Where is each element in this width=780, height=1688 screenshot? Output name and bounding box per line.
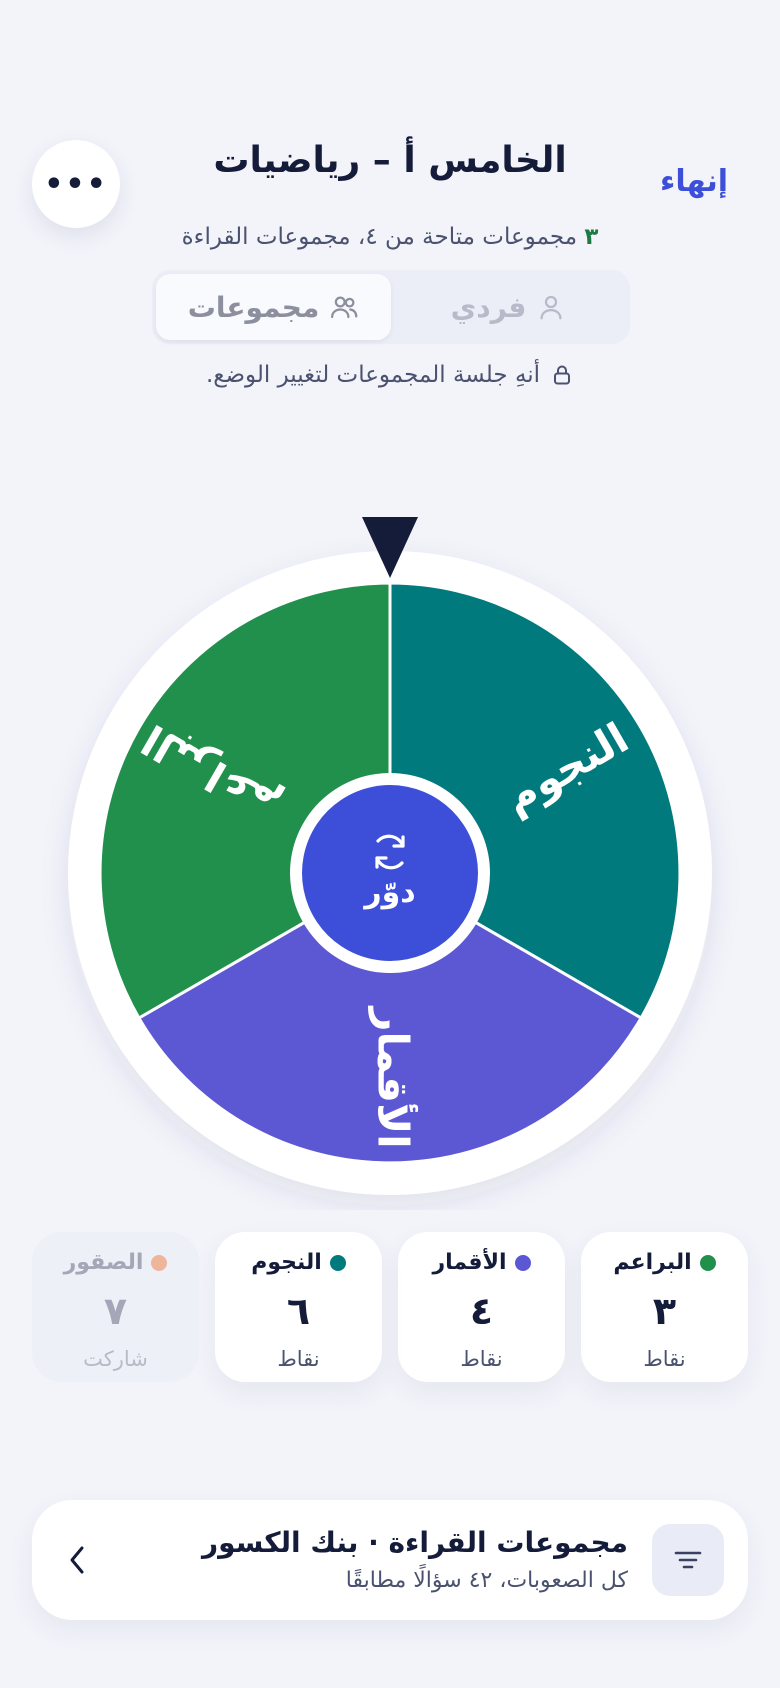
mode-individual-option[interactable]: فردي xyxy=(391,274,626,340)
question-bank-subtitle: كل الصعوبات، ٤٢ سؤالًا مطابقًا xyxy=(345,1568,628,1593)
lock-note-text: أنهِ جلسة المجموعات لتغيير الوضع. xyxy=(205,362,541,388)
team-score-unit: شاركت xyxy=(83,1347,148,1371)
score-card-header: البراعم xyxy=(613,1250,716,1275)
mode-toggle: مجموعات فردي xyxy=(152,270,630,344)
team-color-dot xyxy=(151,1254,168,1271)
team-score: ٦ xyxy=(286,1289,311,1333)
score-card-buds[interactable]: البراعم ٣ نقاط xyxy=(581,1232,748,1382)
team-name: الأقمار xyxy=(432,1250,507,1275)
mode-individual-label: فردي xyxy=(450,290,527,324)
wheel-segment-label: الأقمار xyxy=(369,1005,419,1148)
lock-icon xyxy=(554,365,571,385)
team-color-dot xyxy=(329,1254,346,1271)
question-bank-title: مجموعات القراءة · بنك الكسور xyxy=(202,1526,628,1559)
filter-button[interactable] xyxy=(652,1524,724,1596)
spin-label: دوّر xyxy=(362,875,415,910)
score-card-moons[interactable]: الأقمار ٤ نقاط xyxy=(398,1232,565,1382)
score-cards: البراعم ٣ نقاط الأقمار ٤ نقاط النجوم ٦ ن… xyxy=(32,1232,748,1382)
team-name: النجوم xyxy=(251,1250,322,1275)
mode-groups-label: مجموعات xyxy=(187,290,320,324)
score-card-header: الصقور xyxy=(64,1250,168,1275)
team-color-dot xyxy=(514,1254,531,1271)
team-score: ٣ xyxy=(652,1289,677,1333)
question-bank-bar[interactable]: مجموعات القراءة · بنك الكسور كل الصعوبات… xyxy=(32,1500,748,1620)
team-color-dot xyxy=(699,1254,716,1271)
team-score-unit: نقاط xyxy=(643,1347,686,1371)
score-card-falcons[interactable]: الصقور ٧ شاركت xyxy=(32,1232,199,1382)
filter-icon xyxy=(674,1551,702,1569)
score-card-stars[interactable]: النجوم ٦ نقاط xyxy=(215,1232,382,1382)
groups-availability-text: ٣ مجموعات متاحة من ٤، مجموعات القراءة xyxy=(0,224,780,250)
user-icon xyxy=(540,295,562,320)
mode-lock-note: أنهِ جلسة المجموعات لتغيير الوضع. xyxy=(0,362,780,388)
spin-wheel[interactable]: النجومالأقمارالبراعم دوّر xyxy=(0,510,780,1210)
team-score: ٧ xyxy=(103,1289,128,1333)
page-title: الخامس أ – رياضيات xyxy=(213,140,567,181)
score-card-header: النجوم xyxy=(251,1250,346,1275)
spin-button[interactable]: دوّر xyxy=(302,785,478,961)
team-score-unit: نقاط xyxy=(460,1347,503,1371)
score-card-header: الأقمار xyxy=(433,1250,531,1275)
team-score: ٤ xyxy=(469,1289,494,1333)
mode-groups-option[interactable]: مجموعات xyxy=(156,274,391,340)
team-score-unit: نقاط xyxy=(277,1347,320,1371)
team-name: البراعم xyxy=(613,1250,692,1275)
team-name: الصقور xyxy=(63,1250,144,1275)
spin-button-bg xyxy=(302,785,478,961)
chevron-left-icon[interactable] xyxy=(56,1538,100,1582)
availability-description: مجموعات متاحة من ٤، مجموعات القراءة xyxy=(181,224,578,250)
users-icon xyxy=(331,296,358,319)
available-count: ٣ xyxy=(584,224,599,250)
